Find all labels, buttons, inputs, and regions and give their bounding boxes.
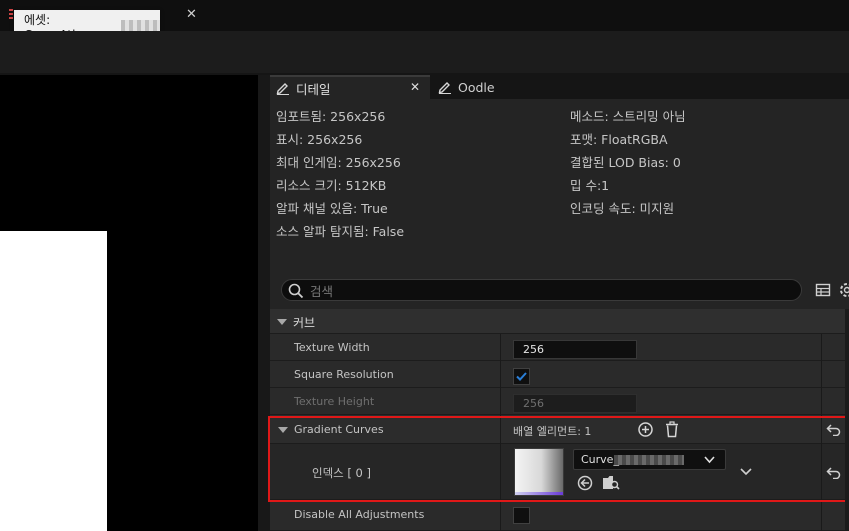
property-row-gradient-curves[interactable]: Gradient Curves 배열 엘리먼트: 1 <box>270 415 849 444</box>
tab-drag-grip <box>9 9 13 21</box>
reset-arrow-icon[interactable] <box>826 466 841 479</box>
search-box <box>281 279 802 301</box>
details-tab-row: 디테일 ✕ Oodle <box>270 75 849 99</box>
info-method: 메소드: 스트리밍 아님 <box>570 109 686 124</box>
checkmark-icon <box>516 372 527 381</box>
info-displayed: 표시: 256x256 <box>276 132 363 147</box>
pencil-icon <box>438 82 451 94</box>
add-element-icon[interactable] <box>637 421 654 438</box>
close-icon[interactable]: ✕ <box>410 80 420 94</box>
index-0-label: 인덱스 [ 0 ] <box>312 466 371 480</box>
tab-oodle[interactable]: Oodle <box>432 75 558 99</box>
pencil-icon <box>276 83 289 95</box>
browse-folder-icon[interactable] <box>602 475 620 491</box>
chevron-down-icon <box>277 319 287 325</box>
texture-height-field: 256 <box>513 394 637 413</box>
category-label: 커브 <box>293 316 316 330</box>
search-input[interactable] <box>308 282 792 300</box>
reset-arrow-icon[interactable] <box>826 423 841 436</box>
tab-details-label: 디테일 <box>296 81 331 97</box>
info-resource-size: 리소스 크기: 512KB <box>276 178 387 193</box>
tab-oodle-label: Oodle <box>458 79 495 95</box>
curve-asset-dropdown[interactable]: Curve_ <box>573 449 726 470</box>
chevron-down-icon[interactable] <box>740 467 752 476</box>
property-row-disable-all-adjustments: Disable All Adjustments <box>270 502 849 531</box>
disable-all-adjustments-checkbox[interactable] <box>513 507 530 524</box>
use-selected-arrow-icon[interactable] <box>577 475 593 491</box>
info-imported: 임포트됨: 256x256 <box>276 109 386 124</box>
disable-all-adjustments-label: Disable All Adjustments <box>294 508 425 521</box>
info-max-ingame: 최대 인게임: 256x256 <box>276 155 401 170</box>
square-resolution-label: Square Resolution <box>294 368 394 381</box>
gradient-curves-label: Gradient Curves <box>294 423 384 436</box>
texture-width-field[interactable]: 256 <box>513 340 637 359</box>
panel-splitter[interactable] <box>258 75 270 531</box>
category-curve[interactable]: 커브 <box>270 309 849 334</box>
scrollbar[interactable] <box>845 309 849 531</box>
curve-thumbnail[interactable] <box>514 448 564 496</box>
chevron-down-icon <box>704 456 715 464</box>
redacted-text <box>614 455 684 465</box>
table-view-icon[interactable] <box>815 282 831 298</box>
info-mip-count: 밉 수:1 <box>570 178 610 193</box>
array-elements-count: 배열 엘리먼트: 1 <box>513 425 592 438</box>
info-lod-bias: 결합된 LOD Bias: 0 <box>570 155 681 170</box>
info-source-alpha: 소스 알파 탐지됨: False <box>276 224 405 239</box>
toolbar-strip <box>0 31 849 73</box>
chevron-down-icon <box>278 427 288 433</box>
property-row-square-resolution: Square Resolution <box>270 361 849 388</box>
trash-icon[interactable] <box>664 421 680 438</box>
info-encode-speed: 인코딩 속도: 미지원 <box>570 201 675 216</box>
square-resolution-checkbox[interactable] <box>513 368 530 385</box>
info-format: 포맷: FloatRGBA <box>570 132 668 147</box>
texture-width-label: Texture Width <box>294 341 370 354</box>
texture-height-label: Texture Height <box>294 395 375 408</box>
texture-preview <box>0 231 107 531</box>
tab-details[interactable]: 디테일 ✕ <box>270 75 430 99</box>
gear-icon[interactable] <box>838 281 849 299</box>
close-icon[interactable]: ✕ <box>186 7 197 22</box>
search-icon <box>288 283 304 299</box>
info-has-alpha: 알파 채널 있음: True <box>276 201 388 216</box>
